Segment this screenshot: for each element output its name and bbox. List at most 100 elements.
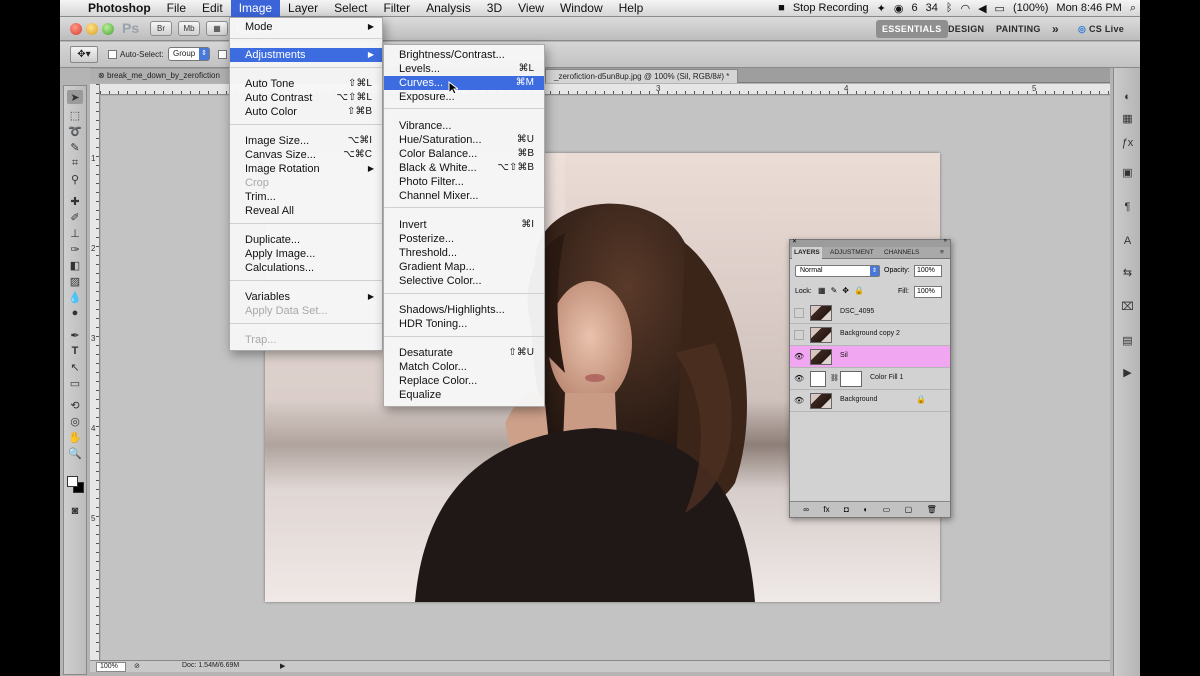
image-menu-item[interactable]: Mode ▶ <box>230 20 382 34</box>
auto-select-checkbox[interactable] <box>108 50 117 59</box>
clock[interactable]: Mon 8:46 PM <box>1052 2 1125 14</box>
workspace-painting[interactable]: PAINTING <box>990 20 1047 38</box>
menu-file[interactable]: File <box>159 0 194 17</box>
tab-adjustments[interactable]: ADJUSTMENT <box>828 247 876 259</box>
lock-position-icon[interactable]: ✥ <box>842 286 854 295</box>
menu-3d[interactable]: 3D <box>479 0 510 17</box>
image-menu-item[interactable]: Auto Color ⇧⌘B <box>230 105 382 119</box>
adjustments-menu-item[interactable]: Exposure... <box>384 90 544 104</box>
image-menu-item[interactable]: Auto Contrast ⌥⇧⌘L <box>230 91 382 105</box>
adjustments-menu-item[interactable]: Shadows/Highlights... <box>384 303 544 317</box>
quick-mask-icon[interactable]: ◙ <box>67 504 83 518</box>
new-layer-icon[interactable]: ▢ <box>905 505 913 514</box>
fx-icon[interactable]: fx <box>823 505 829 514</box>
character-panel-icon[interactable]: A <box>1119 232 1136 249</box>
adjustments-menu-item[interactable]: Match Color... <box>384 360 544 374</box>
history-brush-tool-icon[interactable]: ✑ <box>67 242 83 256</box>
cs-live-button[interactable]: ◎ CS Live <box>1072 20 1130 38</box>
type-tool-icon[interactable]: T <box>67 344 83 358</box>
marquee-tool-icon[interactable]: ⬚ <box>67 108 83 122</box>
image-menu-item[interactable]: Duplicate... <box>230 233 382 247</box>
adjustments-menu-item[interactable]: Photo Filter... <box>384 175 544 189</box>
image-menu-item[interactable]: Trim... <box>230 190 382 204</box>
crop-tool-icon[interactable]: ⌗ <box>67 156 83 170</box>
auto-select-group-select[interactable]: Group ⇕ <box>168 47 210 61</box>
stop-recording-label[interactable]: Stop Recording <box>789 2 873 14</box>
tab-layers[interactable]: LAYERS <box>792 247 822 259</box>
tab-active-document[interactable]: _zerofiction-d5un8up.jpg @ 100% (Sil, RG… <box>545 69 739 83</box>
adjustments-menu-item[interactable]: Levels... ⌘L <box>384 62 544 76</box>
menu-layer[interactable]: Layer <box>280 0 326 17</box>
adjustments-menu-item[interactable]: Selective Color... <box>384 274 544 288</box>
menu-select[interactable]: Select <box>326 0 375 17</box>
volume-icon[interactable]: ◀︎ <box>974 2 990 15</box>
show-transform-checkbox[interactable] <box>218 50 227 59</box>
image-menu-item[interactable]: Apply Image... <box>230 247 382 261</box>
adjustments-menu-item[interactable]: Curves... ⌘M <box>384 76 544 90</box>
adjustments-menu-item[interactable]: Desaturate ⇧⌘U <box>384 346 544 360</box>
image-menu-item[interactable]: Reveal All <box>230 204 382 218</box>
adjustments-menu-item[interactable]: Hue/Saturation... ⌘U <box>384 133 544 147</box>
workspace-more-button[interactable]: » <box>1046 20 1065 38</box>
image-menu-item[interactable]: Calculations... <box>230 261 382 275</box>
adjustments-menu-item[interactable]: Black & White... ⌥⇧⌘B <box>384 161 544 175</box>
stop-recording-icon[interactable]: ■ <box>774 2 789 14</box>
adjustments-menu-item[interactable]: Replace Color... <box>384 374 544 388</box>
color-panel-icon[interactable]: ◐ <box>1119 88 1136 105</box>
tool-presets-panel-icon[interactable]: ⌧ <box>1119 298 1136 315</box>
panel-collapse-icon[interactable]: » <box>944 238 947 244</box>
panel-menu-icon[interactable]: ≡ <box>938 247 946 259</box>
image-menu-item[interactable]: Image Size... ⌥⌘I <box>230 134 382 148</box>
status-menu-arrow-icon[interactable]: ▶ <box>280 662 285 670</box>
3d-orbit-tool-icon[interactable]: ◎ <box>67 414 83 428</box>
paragraph-panel-icon[interactable]: ¶ <box>1119 198 1136 215</box>
menu-window[interactable]: Window <box>552 0 611 17</box>
status-num-1[interactable]: 6 <box>907 2 921 14</box>
foreground-color-swatch[interactable] <box>67 476 78 487</box>
panel-title-bar[interactable]: ✕ » <box>790 238 950 247</box>
menu-app-name[interactable]: Photoshop <box>80 0 159 17</box>
sync-icon[interactable]: ✦ <box>873 2 890 15</box>
workspace-essentials[interactable]: ESSENTIALS <box>876 20 948 38</box>
lock-transparent-icon[interactable]: ▦ <box>818 286 831 295</box>
zoom-window-button[interactable] <box>102 23 114 35</box>
lasso-tool-icon[interactable]: ➰ <box>67 124 83 138</box>
fill-field[interactable]: 100% <box>914 286 942 298</box>
menu-view[interactable]: View <box>510 0 552 17</box>
mask-icon[interactable]: ◘ <box>844 505 849 514</box>
image-menu-item[interactable]: Variables ▶ <box>230 290 382 304</box>
hand-tool-icon[interactable]: ✋ <box>67 430 83 444</box>
battery-icon[interactable]: ▭ <box>991 2 1009 15</box>
layer-mask-link-icon[interactable]: ⛓ <box>830 374 839 382</box>
lock-options[interactable]: ▦✎✥🔒 <box>818 286 869 295</box>
bluetooth-icon[interactable]: ᛒ <box>942 2 957 14</box>
layer-row[interactable]: 👁 Background 🔒 <box>790 390 950 412</box>
shape-tool-icon[interactable]: ▭ <box>67 376 83 390</box>
eyedropper-tool-icon[interactable]: ⚲ <box>67 172 83 186</box>
adjustments-menu-item[interactable]: HDR Toning... <box>384 317 544 331</box>
image-menu-item[interactable]: Image Rotation ▶ <box>230 162 382 176</box>
panel-close-icon[interactable]: ✕ <box>792 238 797 245</box>
adjustments-menu-item[interactable]: Brightness/Contrast... <box>384 48 544 62</box>
blur-tool-icon[interactable]: 💧 <box>67 290 83 304</box>
layer-row[interactable]: 👁 Sil <box>790 346 950 368</box>
adjustments-menu-item[interactable]: Equalize <box>384 388 544 402</box>
layer-row[interactable]: 👁 ⛓ Color Fill 1 <box>790 368 950 390</box>
layer-visibility-icon[interactable]: 👁 <box>794 396 804 406</box>
layer-visibility-icon[interactable]: 👁 <box>794 374 804 384</box>
zoom-tool-icon[interactable]: 🔍 <box>67 446 83 460</box>
image-menu-item[interactable]: Canvas Size... ⌥⌘C <box>230 148 382 162</box>
move-tool-icon[interactable]: ➤ <box>67 90 83 104</box>
blend-mode-select[interactable]: Normal ⇕ <box>795 265 880 277</box>
menu-analysis[interactable]: Analysis <box>418 0 479 17</box>
adjustments-menu-item[interactable]: Gradient Map... <box>384 260 544 274</box>
layer-visibility-icon[interactable] <box>794 308 804 318</box>
swatches-panel-icon[interactable]: ▦ <box>1119 110 1136 127</box>
eraser-tool-icon[interactable]: ◧ <box>67 258 83 272</box>
adjustments-menu-item[interactable]: Posterize... <box>384 232 544 246</box>
healing-brush-tool-icon[interactable]: ✚ <box>67 194 83 208</box>
menu-filter[interactable]: Filter <box>375 0 418 17</box>
brush-tool-icon[interactable]: ✐ <box>67 210 83 224</box>
gradient-tool-icon[interactable]: ▨ <box>67 274 83 288</box>
bridge-button[interactable]: Br <box>150 21 172 36</box>
